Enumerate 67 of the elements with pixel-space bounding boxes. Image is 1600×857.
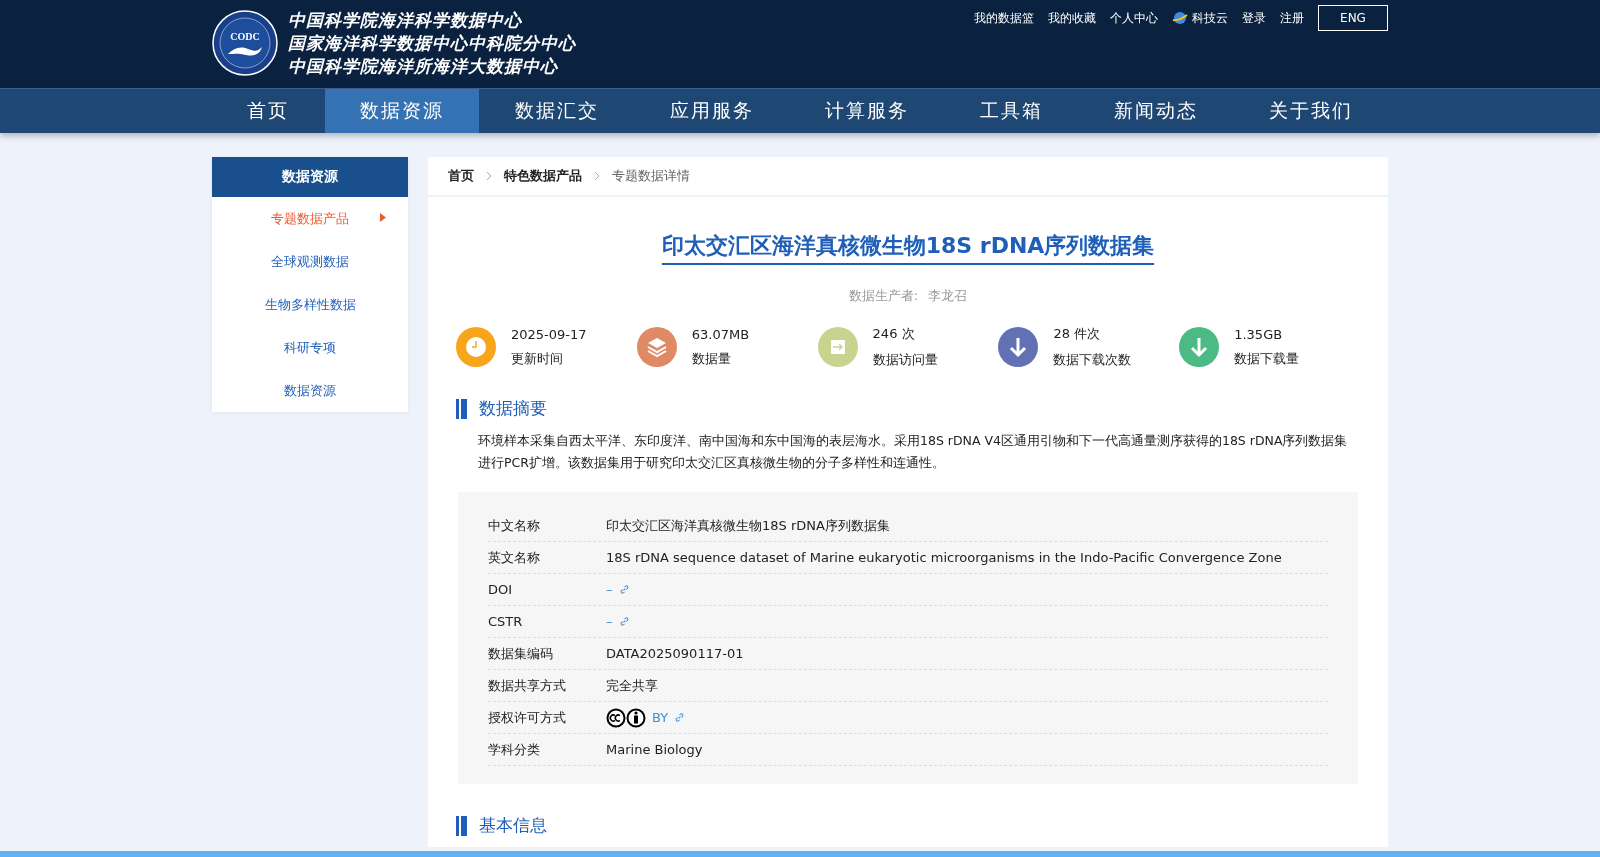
field-label: CSTR — [488, 614, 524, 629]
link-icon — [674, 712, 686, 723]
sidebar-item[interactable]: 数据资源 — [212, 369, 408, 412]
nav-tab[interactable]: 数据汇交 — [480, 89, 634, 133]
caret-icon — [380, 213, 386, 222]
language-button[interactable]: ENG — [1318, 5, 1388, 31]
sidebar-item[interactable]: 全球观测数据 — [212, 240, 408, 283]
nav-tab[interactable]: 新闻动态 — [1079, 89, 1233, 133]
field-value: 18S rDNA sequence dataset of Marine eukaryotic microorganisms in the Indo-Pacific Convergence Zone — [606, 550, 1282, 565]
producer-label: 数据生产者: — [848, 287, 919, 305]
stat-label: 数据下载量 — [1234, 349, 1300, 368]
organization-name: 中国科学院海洋所海洋大数据中心 — [288, 55, 559, 77]
breadcrumb-link[interactable]: 首页 — [448, 167, 474, 185]
field-value: Marine Biology — [606, 742, 703, 757]
nav-tab[interactable]: 关于我们 — [1234, 89, 1388, 133]
header-link[interactable]: 科技云 — [1172, 9, 1228, 27]
stat-label: 更新时间 — [511, 349, 564, 368]
header-link[interactable]: 注册 — [1280, 9, 1304, 27]
abstract-text: 环境样本采集自西太平洋、东印度洋、南中国海和东中国海的表层海水。采用18S rDNA V4区通用引物和下一代高通量测序获得的18S rDNA序列数据集进行PCR扩增。该数据集用于研究印太交汇区真核微生物的分子多样性和连通性。 — [478, 432, 1348, 472]
field-label: 中文名称 — [488, 516, 541, 535]
section-heading: 基本信息 — [479, 814, 547, 837]
header-link[interactable]: 登录 — [1242, 9, 1266, 27]
nav-tab[interactable]: 应用服务 — [635, 89, 789, 133]
logo: CODC — [212, 10, 278, 76]
sidebar-item[interactable]: 科研专项 — [212, 326, 408, 369]
field-label: 数据集编码 — [488, 644, 554, 663]
nav-tab[interactable]: 数据资源 — [325, 89, 479, 133]
dataset-title: 印太交汇区海洋真核微生物18S rDNA序列数据集 — [661, 231, 1155, 265]
sidebar-item[interactable]: 生物多样性数据 — [212, 283, 408, 326]
header-link[interactable]: 我的数据篮 — [974, 9, 1034, 27]
producer-name: 李龙召 — [928, 287, 968, 305]
link-icon — [618, 584, 630, 595]
globe-icon — [1172, 11, 1188, 25]
header-link[interactable]: 我的收藏 — [1048, 9, 1096, 27]
nav-tab[interactable]: 工具箱 — [945, 89, 1078, 133]
stat-value: 1.35GB — [1234, 326, 1284, 342]
stat-label: 数据访问量 — [872, 351, 938, 369]
stat-value: 63.07MB — [691, 326, 750, 342]
creative-commons-icon — [606, 707, 646, 728]
organization-name: 中国科学院海洋科学数据中心 — [288, 9, 523, 31]
field-value: 完全共享 — [606, 676, 658, 695]
field-label: 授权许可方式 — [488, 708, 567, 727]
stat-value: 28 件次 — [1053, 325, 1102, 343]
stat-value: 2025-09-17 — [511, 326, 587, 342]
field-label: 英文名称 — [488, 548, 541, 567]
stat-value: 246 次 — [872, 325, 916, 343]
section-heading: 数据摘要 — [479, 397, 547, 420]
chevron-icon — [594, 171, 600, 181]
chevron-icon — [486, 171, 492, 181]
field-value: DATA2025090117-01 — [606, 646, 744, 661]
nav-tab[interactable]: 首页 — [212, 89, 324, 133]
field-label: 数据共享方式 — [488, 676, 567, 695]
breadcrumb-link[interactable]: 专题数据详情 — [612, 167, 690, 185]
stat-label: 数据量 — [691, 349, 732, 368]
nav-tab[interactable]: 计算服务 — [790, 89, 944, 133]
stat-label: 数据下载次数 — [1053, 351, 1132, 369]
field-label: 学科分类 — [488, 740, 541, 759]
section-marker-icon — [456, 398, 467, 419]
organization-name: 国家海洋科学数据中心中科院分中心 — [288, 32, 576, 54]
field-label: DOI — [488, 582, 514, 597]
header-link[interactable]: 个人中心 — [1110, 9, 1158, 27]
section-marker-icon — [456, 815, 467, 836]
sidebar-item[interactable]: 专题数据产品 — [212, 197, 408, 240]
field-value: 印太交汇区海洋真核微生物18S rDNA序列数据集 — [606, 516, 890, 535]
link-icon — [618, 616, 630, 627]
breadcrumb-link[interactable]: 特色数据产品 — [504, 167, 582, 185]
sidebar-title: 数据资源 — [212, 157, 408, 197]
